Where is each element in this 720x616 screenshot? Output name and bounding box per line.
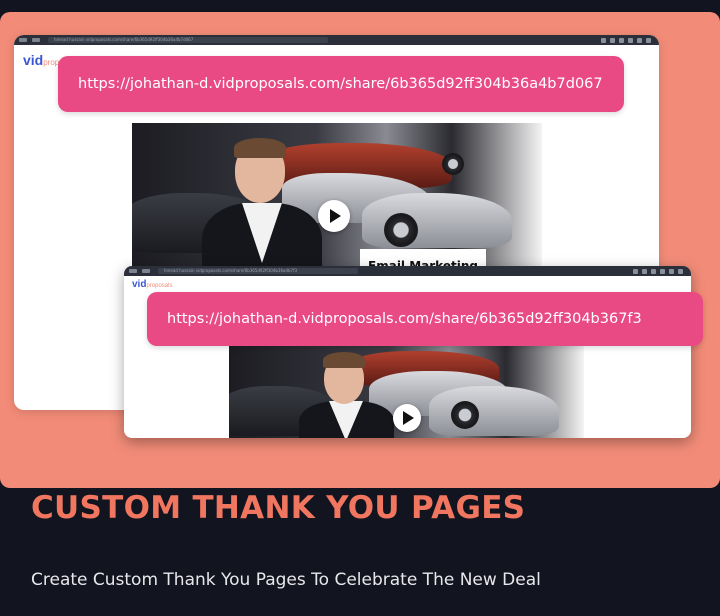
play-icon[interactable] (393, 404, 421, 432)
address-bar[interactable]: hmead hussain vidproposals.com/share/6b3… (158, 268, 358, 274)
video-thumbnail[interactable]: Email Marketing (132, 123, 542, 283)
section-title: CUSTOM THANK YOU PAGES (31, 490, 526, 526)
extension-icon[interactable] (633, 268, 638, 274)
menu-icon[interactable] (678, 268, 683, 274)
extension-icon[interactable] (619, 37, 624, 43)
vidproposals-logo: vidproposals (132, 279, 173, 290)
browser-extension-icons (601, 37, 651, 43)
extension-icon[interactable] (642, 268, 647, 274)
share-url-pill-back[interactable]: https://johathan-d.vidproposals.com/shar… (58, 56, 624, 112)
profile-icon[interactable] (637, 37, 642, 43)
play-icon[interactable] (318, 200, 350, 232)
extension-icon[interactable] (660, 268, 665, 274)
video-thumbnail[interactable] (229, 346, 584, 438)
extension-icon[interactable] (610, 37, 615, 43)
back-icon[interactable] (19, 38, 27, 42)
extension-icon[interactable] (651, 268, 656, 274)
back-icon[interactable] (129, 269, 137, 273)
menu-icon[interactable] (646, 37, 651, 43)
reload-icon[interactable] (142, 269, 150, 273)
presenter-figure (299, 346, 399, 438)
section-subtitle: Create Custom Thank You Pages To Celebra… (31, 570, 541, 590)
browser-toolbar: hmead hussain vidproposals.com/share/6b3… (14, 35, 659, 45)
profile-icon[interactable] (669, 268, 674, 274)
browser-extension-icons (633, 268, 683, 274)
browser-toolbar: hmead hussain vidproposals.com/share/6b3… (124, 266, 691, 276)
extension-icon[interactable] (628, 37, 633, 43)
presenter-figure (202, 133, 332, 283)
share-url-pill-front[interactable]: https://johathan-d.vidproposals.com/shar… (147, 292, 703, 346)
extension-icon[interactable] (601, 37, 606, 43)
feature-panel: hmead hussain vidproposals.com/share/6b3… (0, 12, 720, 488)
reload-icon[interactable] (32, 38, 40, 42)
address-bar[interactable]: hmead hussain vidproposals.com/share/6b3… (48, 37, 328, 43)
